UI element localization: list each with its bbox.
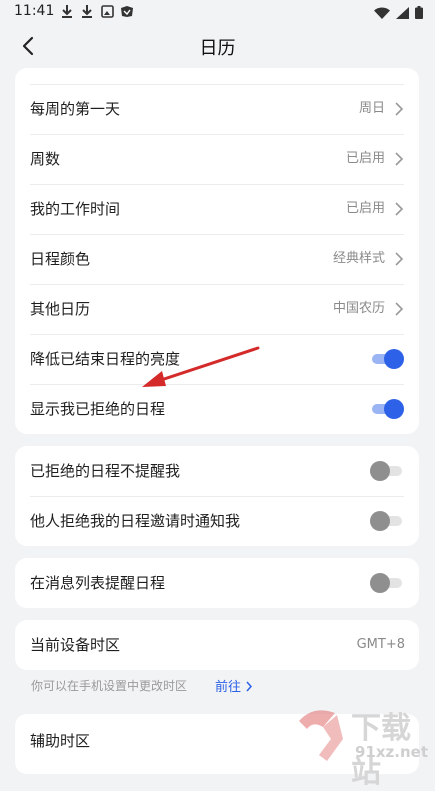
setting-row-notify-invite-declined: 他人拒绝我的日程邀请时通知我 xyxy=(15,496,419,546)
settings-card-declined: 已拒绝的日程不提醒我 他人拒绝我的日程邀请时通知我 xyxy=(15,446,419,546)
setting-row-no-remind-declined: 已拒绝的日程不提醒我 xyxy=(15,446,419,496)
chevron-right-icon xyxy=(395,102,404,116)
toggle-switch[interactable] xyxy=(370,349,404,369)
status-icons-left xyxy=(60,4,134,18)
watermark-domain: 91xz.net xyxy=(355,743,429,761)
setting-row-week-numbers[interactable]: 周数 已启用 xyxy=(15,134,419,184)
timezone-hint: 你可以在手机设置中更改时区 xyxy=(31,679,188,693)
setting-row-first-day[interactable]: 每周的第一天 周日 xyxy=(15,84,419,134)
setting-row-event-color[interactable]: 日程颜色 经典样式 xyxy=(15,234,419,284)
setting-label: 其他日历 xyxy=(30,300,91,318)
setting-row-remind-in-message-list: 在消息列表提醒日程 xyxy=(15,558,419,608)
download-icon xyxy=(60,4,74,18)
setting-row-working-hours[interactable]: 我的工作时间 已启用 xyxy=(15,184,419,234)
setting-label: 我的工作时间 xyxy=(30,200,121,218)
chevron-right-icon xyxy=(395,202,404,216)
status-bar: 11:41 xyxy=(0,0,435,24)
setting-label: 日程颜色 xyxy=(30,250,91,268)
watermark-logo-icon xyxy=(299,710,343,761)
app-icon xyxy=(120,4,134,18)
setting-row-other-calendars[interactable]: 其他日历 中国农历 xyxy=(15,284,419,334)
chevron-right-icon xyxy=(395,252,404,266)
signal-icon xyxy=(396,4,409,23)
card-top-clip xyxy=(15,68,419,84)
toggle-switch[interactable] xyxy=(370,511,404,531)
setting-value: 中国农历 xyxy=(332,301,385,316)
status-icons-right xyxy=(374,4,423,23)
chevron-right-icon xyxy=(246,681,253,692)
setting-label: 降低已结束日程的亮度 xyxy=(30,350,181,368)
setting-label: 已拒绝的日程不提醒我 xyxy=(30,462,181,480)
settings-card-timezone: 当前设备时区 GMT+8 xyxy=(15,620,419,670)
wifi-icon xyxy=(374,4,390,23)
download-icon xyxy=(80,4,94,18)
settings-card-calendar: 每周的第一天 周日 周数 已启用 我的工作时间 已启用 日程颜色 经典样式 其他… xyxy=(15,68,419,434)
battery-icon xyxy=(415,4,423,23)
chevron-right-icon xyxy=(395,302,404,316)
nav-bar: 日历 xyxy=(0,24,435,68)
setting-label: 他人拒绝我的日程邀请时通知我 xyxy=(30,512,241,530)
status-time: 11:41 xyxy=(14,3,55,19)
settings-card-message-list: 在消息列表提醒日程 xyxy=(15,558,419,608)
setting-label: 每周的第一天 xyxy=(30,100,121,118)
chevron-right-icon xyxy=(395,152,404,166)
setting-label: 显示我已拒绝的日程 xyxy=(30,400,166,418)
setting-row-show-declined: 显示我已拒绝的日程 xyxy=(15,384,419,434)
setting-value: 经典样式 xyxy=(332,251,385,266)
setting-row-dim-past-events: 降低已结束日程的亮度 xyxy=(15,334,419,384)
watermark: 下载站 91xz.net xyxy=(293,701,433,790)
toggle-switch[interactable] xyxy=(370,399,404,419)
link-label: 前往 xyxy=(215,680,242,695)
setting-label: 在消息列表提醒日程 xyxy=(30,574,166,592)
setting-value: GMT+8 xyxy=(356,637,405,652)
toggle-switch[interactable] xyxy=(370,461,404,481)
setting-label: 周数 xyxy=(30,150,61,168)
page-title: 日历 xyxy=(199,38,236,59)
image-icon xyxy=(100,4,114,18)
setting-label: 辅助时区 xyxy=(30,732,91,750)
setting-row-device-timezone: 当前设备时区 GMT+8 xyxy=(15,620,419,670)
toggle-switch[interactable] xyxy=(370,573,404,593)
setting-label: 当前设备时区 xyxy=(30,636,121,654)
setting-value: 已启用 xyxy=(345,201,385,216)
setting-value: 周日 xyxy=(358,101,385,116)
go-to-settings-link[interactable]: 前往 xyxy=(215,676,253,695)
setting-value: 已启用 xyxy=(345,151,385,166)
